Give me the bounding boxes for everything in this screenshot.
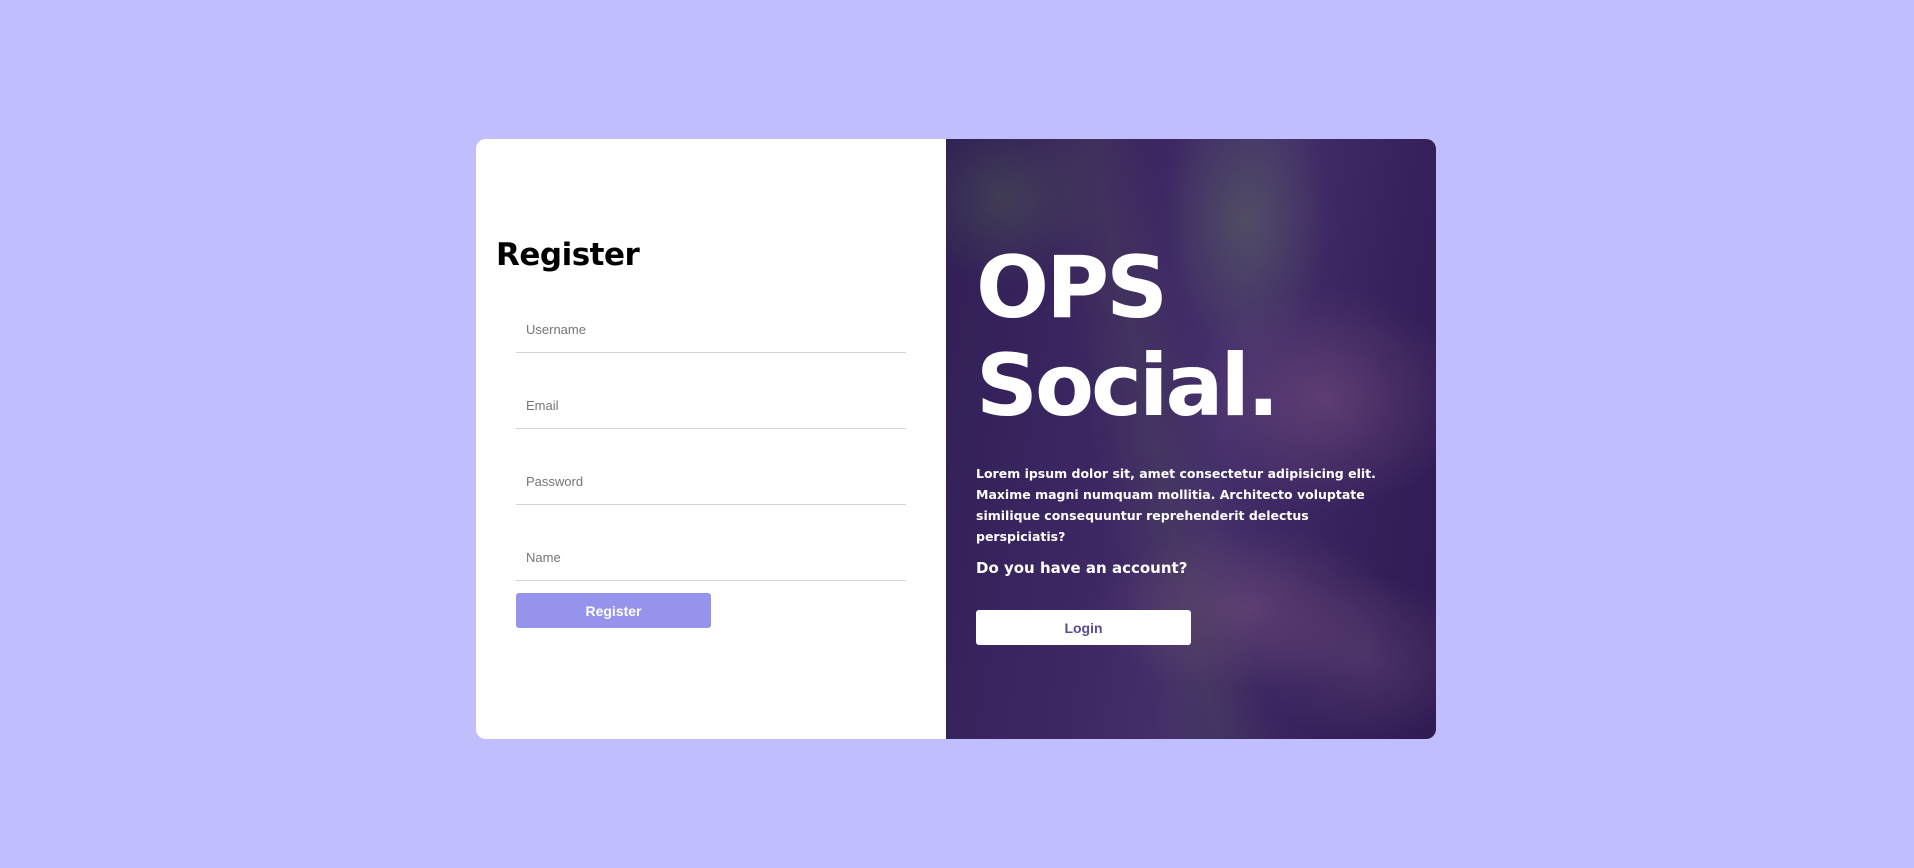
password-input[interactable] xyxy=(516,459,906,505)
account-question: Do you have an account? xyxy=(976,559,1188,577)
register-panel: Register Register xyxy=(476,139,946,739)
promo-description: Lorem ipsum dolor sit, amet consectetur … xyxy=(976,466,1376,544)
register-title: Register xyxy=(496,237,640,273)
brand-line-1: OPS xyxy=(976,238,1168,338)
name-input[interactable] xyxy=(516,535,906,581)
brand-title: OPS Social. xyxy=(976,238,1280,436)
purple-overlay xyxy=(946,139,1436,739)
register-button[interactable]: Register xyxy=(516,593,711,628)
username-input[interactable] xyxy=(516,307,906,353)
promo-panel: OPS Social. Lorem ipsum dolor sit, amet … xyxy=(946,139,1436,739)
email-input[interactable] xyxy=(516,383,906,429)
login-button[interactable]: Login xyxy=(976,610,1191,645)
register-form: Register xyxy=(516,307,906,628)
brand-line-2: Social. xyxy=(976,336,1280,436)
auth-card: Register Register OPS Social. Lorem ipsu… xyxy=(476,139,1436,739)
